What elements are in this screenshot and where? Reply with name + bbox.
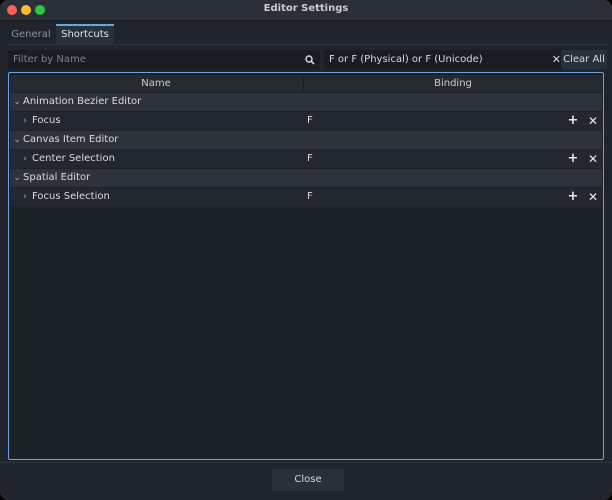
filter-placeholder: Filter by Name [13, 54, 86, 65]
tree-header: Name Binding [10, 75, 602, 92]
chevron-down-icon[interactable]: ⌄ [12, 169, 22, 187]
filter-by-binding-input[interactable]: F or F (Physical) or F (Unicode) ✕ [324, 50, 566, 69]
shortcut-row[interactable]: › Focus Selection F + ✕ [10, 188, 602, 206]
shortcut-name: Focus Selection [32, 191, 110, 202]
shortcut-binding[interactable]: F [307, 112, 313, 130]
plus-icon[interactable]: + [567, 188, 579, 206]
chevron-right-icon[interactable]: › [20, 188, 30, 206]
title-bar: Editor Settings [0, 0, 612, 21]
window-title: Editor Settings [263, 3, 349, 14]
tab-general[interactable]: General [8, 26, 54, 44]
section-row[interactable]: ⌄ Animation Bezier Editor [10, 93, 602, 111]
chevron-right-icon[interactable]: › [20, 150, 30, 168]
shortcut-row[interactable]: › Center Selection F + ✕ [10, 150, 602, 168]
search-row: Filter by Name F or F (Physical) or F (U… [8, 50, 608, 69]
section-label: Animation Bezier Editor [23, 96, 142, 107]
shortcut-binding[interactable]: F [307, 150, 313, 168]
close-icon[interactable]: ✕ [587, 112, 599, 130]
plus-icon[interactable]: + [567, 150, 579, 168]
search-icon [305, 50, 315, 69]
chevron-down-icon[interactable]: ⌄ [12, 131, 22, 149]
clear-all-button[interactable]: Clear All [561, 50, 607, 69]
plus-icon[interactable]: + [567, 112, 579, 130]
filter-by-name-input[interactable]: Filter by Name [8, 50, 320, 69]
editor-settings-window: Editor Settings General Shortcuts Filter… [0, 0, 612, 500]
footer-divider [0, 462, 612, 463]
shortcut-name: Focus [32, 115, 61, 126]
section-row[interactable]: ⌄ Canvas Item Editor [10, 131, 602, 149]
tab-shortcuts[interactable]: Shortcuts [56, 24, 114, 44]
column-header-binding: Binding [304, 75, 602, 92]
section-label: Spatial Editor [23, 172, 91, 183]
tab-divider [8, 44, 608, 45]
chevron-down-icon[interactable]: ⌄ [12, 93, 22, 111]
shortcut-row[interactable]: › Focus F + ✕ [10, 112, 602, 130]
close-icon[interactable]: ✕ [552, 50, 561, 69]
section-label: Canvas Item Editor [23, 134, 119, 145]
close-icon[interactable]: ✕ [587, 188, 599, 206]
column-header-name: Name [10, 75, 302, 92]
section-row[interactable]: ⌄ Spatial Editor [10, 169, 602, 187]
shortcut-binding[interactable]: F [307, 188, 313, 206]
chevron-right-icon[interactable]: › [20, 112, 30, 130]
shortcuts-tree[interactable]: Name Binding ⌄ Animation Bezier Editor ›… [8, 72, 604, 460]
binding-filter-value: F or F (Physical) or F (Unicode) [329, 54, 483, 65]
shortcut-name: Center Selection [32, 153, 115, 164]
close-icon[interactable]: ✕ [587, 150, 599, 168]
close-button[interactable]: Close [272, 469, 344, 491]
